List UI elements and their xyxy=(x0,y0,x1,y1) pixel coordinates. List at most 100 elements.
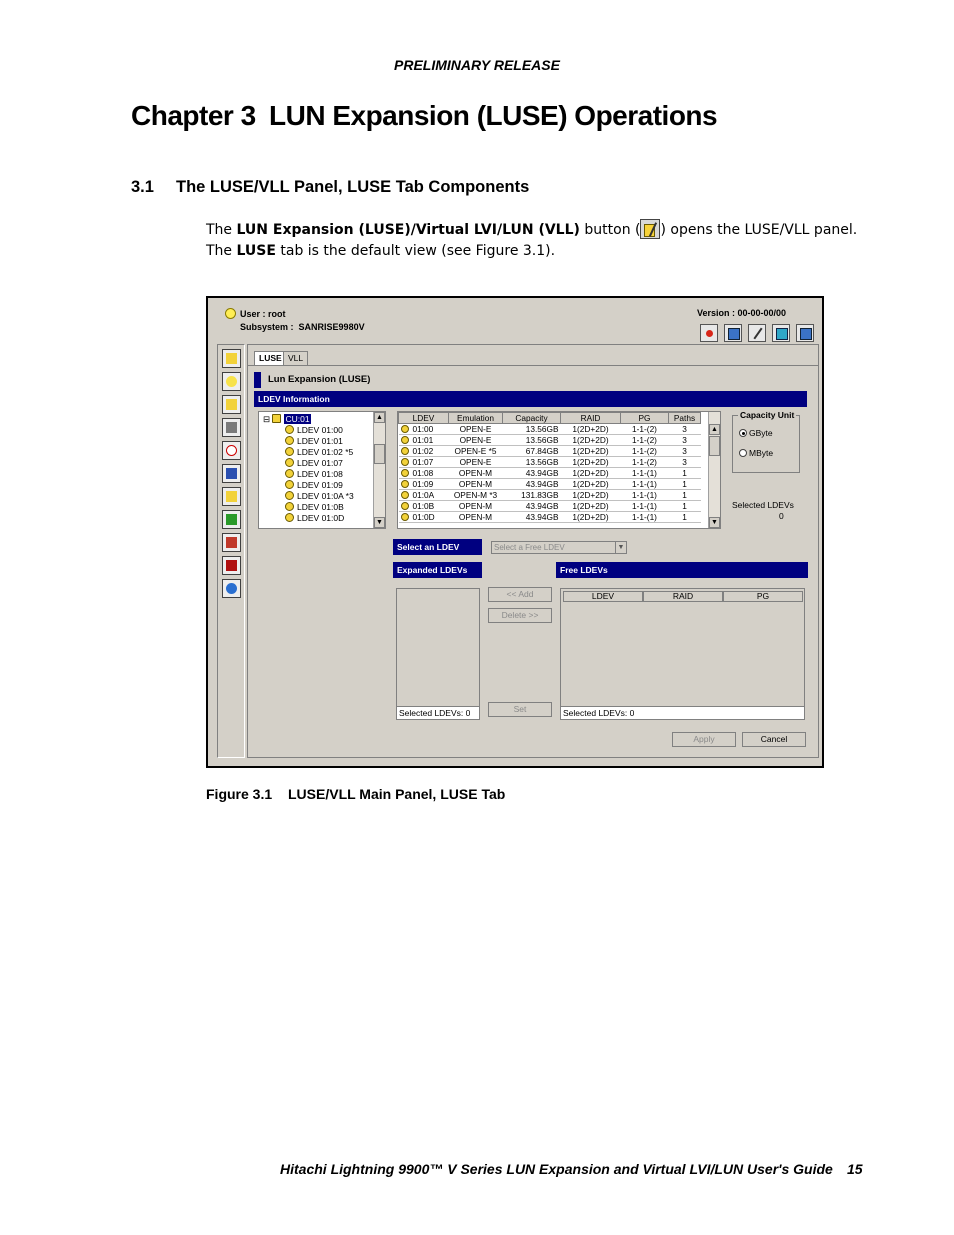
col-pg[interactable]: PG xyxy=(620,412,669,424)
sidebar-gauge-icon[interactable] xyxy=(222,441,241,460)
ldev-icon xyxy=(400,458,409,466)
table-cell-text: 43.94GB xyxy=(525,479,559,489)
table-row[interactable]: 01:0A OPEN-M *3 131.83GB 1(2D+2D) 1-1-(1) 1 xyxy=(398,489,701,501)
sidebar xyxy=(217,344,245,758)
col-capacity[interactable]: Capacity xyxy=(502,412,561,424)
tab-divider xyxy=(248,365,818,366)
table-row[interactable]: 01:02 OPEN-E *5 67.84GB 1(2D+2D) 1-1-(2) 3 xyxy=(398,445,701,457)
tree-root[interactable]: ⊟ CU:01 xyxy=(263,414,311,425)
table-cell-text: 1-1-(1) xyxy=(632,512,657,522)
exit-icon[interactable] xyxy=(796,324,814,342)
sidebar-network-icon[interactable] xyxy=(222,510,241,529)
free-col-ldev[interactable]: LDEV xyxy=(563,591,643,602)
sidebar-folder-icon[interactable] xyxy=(222,349,241,368)
table-cell-text: 43.94GB xyxy=(525,501,559,511)
scroll-thumb[interactable] xyxy=(709,436,720,456)
tree-item[interactable]: LDEV 01:07 xyxy=(285,458,343,469)
col-raid[interactable]: RAID xyxy=(560,412,621,424)
radio-off-icon[interactable] xyxy=(739,449,747,457)
sidebar-server-icon[interactable] xyxy=(222,464,241,483)
tree-item[interactable]: LDEV 01:08 xyxy=(285,469,343,480)
free-ldev-select[interactable]: Select a Free LDEV ▼ xyxy=(491,541,627,554)
apply-button[interactable]: Apply xyxy=(672,732,736,747)
tree-item[interactable]: LDEV 01:09 xyxy=(285,480,343,491)
delete-button[interactable]: Delete >> xyxy=(488,608,552,623)
scroll-thumb[interactable] xyxy=(374,444,385,464)
scroll-down-icon[interactable]: ▼ xyxy=(709,517,720,528)
window-icon[interactable] xyxy=(724,324,742,342)
radio-gbyte[interactable]: GByte xyxy=(739,428,773,438)
chapter-number: Chapter 3 xyxy=(131,100,256,131)
col-emulation[interactable]: Emulation xyxy=(448,412,503,424)
cancel-button[interactable]: Cancel xyxy=(742,732,806,747)
tab-vll[interactable]: VLL xyxy=(283,351,309,365)
table-cell-text: 1-1-(2) xyxy=(632,435,657,445)
table-cell: 1-1-(1) xyxy=(620,467,669,479)
radio-on-icon[interactable] xyxy=(739,429,747,437)
set-button[interactable]: Set xyxy=(488,702,552,717)
tree-item[interactable]: LDEV 01:0D xyxy=(285,513,344,524)
sidebar-red-black-icon[interactable] xyxy=(222,556,241,575)
body-line-2: The LUSE tab is the default view (see Fi… xyxy=(206,241,857,262)
table-row[interactable]: 01:00 OPEN-E 13.56GB 1(2D+2D) 1-1-(2) 3 xyxy=(398,423,701,435)
table-row[interactable]: 01:09 OPEN-M 43.94GB 1(2D+2D) 1-1-(1) 1 xyxy=(398,478,701,490)
table-row[interactable]: 01:08 OPEN-M 43.94GB 1(2D+2D) 1-1-(1) 1 xyxy=(398,467,701,479)
sidebar-disk-icon[interactable] xyxy=(222,418,241,437)
tree-scrollbar[interactable]: ▲ ▼ xyxy=(373,412,385,528)
scroll-up-icon[interactable]: ▲ xyxy=(374,412,385,423)
text-run: The xyxy=(206,243,237,259)
chevron-down-icon[interactable]: ▼ xyxy=(615,542,626,553)
subsystem-line: Subsystem : SANRISE9980V xyxy=(240,322,365,332)
table-cell-text: 67.84GB xyxy=(525,446,559,456)
table-header-row: LDEV Emulation Capacity RAID PG Paths xyxy=(398,412,701,424)
panel-title-text: Lun Expansion (LUSE) xyxy=(268,374,371,385)
sidebar-lun-icon[interactable] xyxy=(222,372,241,391)
table-scrollbar[interactable]: ▲ ▼ xyxy=(708,412,720,528)
luse-tab-name-bold: LUSE xyxy=(236,243,276,259)
edit-icon[interactable] xyxy=(748,324,766,342)
table-cell: OPEN-M xyxy=(448,467,503,479)
free-col-pg[interactable]: PG xyxy=(723,591,803,602)
table-cell: 1 xyxy=(668,467,701,479)
free-ldevs-list[interactable]: LDEV RAID PG Selected LDEVs: 0 xyxy=(560,588,805,720)
refresh-icon[interactable] xyxy=(772,324,790,342)
status-icon[interactable] xyxy=(700,324,718,342)
radio-mbyte[interactable]: MByte xyxy=(739,448,773,458)
tree-item[interactable]: LDEV 01:0A *3 xyxy=(285,491,354,502)
add-button[interactable]: << Add xyxy=(488,587,552,602)
table-cell: 1 xyxy=(668,500,701,512)
table-cell: OPEN-E xyxy=(448,456,503,468)
table-cell-text: 3 xyxy=(682,446,687,456)
table-row[interactable]: 01:0D OPEN-M 43.94GB 1(2D+2D) 1-1-(1) 1 xyxy=(398,511,701,523)
table-row[interactable]: 01:07 OPEN-E 13.56GB 1(2D+2D) 1-1-(2) 3 xyxy=(398,456,701,468)
sidebar-luse-icon[interactable] xyxy=(222,395,241,414)
scroll-down-icon[interactable]: ▼ xyxy=(374,517,385,528)
tree-item[interactable]: LDEV 01:00 xyxy=(285,425,343,436)
tree-item-label: LDEV 01:00 xyxy=(297,425,343,435)
sidebar-globe-icon[interactable] xyxy=(222,579,241,598)
sidebar-doc-icon[interactable] xyxy=(222,487,241,506)
sidebar-backup-icon[interactable] xyxy=(222,533,241,552)
col-paths[interactable]: Paths xyxy=(668,412,701,424)
ldev-tree[interactable]: ⊟ CU:01 LDEV 01:00 LDEV 01:01 LDEV 01:02… xyxy=(258,411,386,529)
section-number: 3.1 xyxy=(131,178,154,196)
table-cell: 3 xyxy=(668,434,701,446)
expanded-ldevs-list[interactable]: Selected LDEVs: 0 xyxy=(396,588,480,720)
col-ldev[interactable]: LDEV xyxy=(398,412,449,424)
table-cell: 1-1-(1) xyxy=(620,500,669,512)
ldev-icon xyxy=(400,491,409,499)
tree-item[interactable]: LDEV 01:02 *5 xyxy=(285,447,353,458)
tree-item[interactable]: LDEV 01:0B xyxy=(285,502,344,513)
table-cell: 1(2D+2D) xyxy=(560,434,621,446)
table-cell: 3 xyxy=(668,456,701,468)
table-row[interactable]: 01:01 OPEN-E 13.56GB 1(2D+2D) 1-1-(2) 3 xyxy=(398,434,701,446)
tree-item-label: LDEV 01:08 xyxy=(297,469,343,479)
table-row[interactable]: 01:0B OPEN-M 43.94GB 1(2D+2D) 1-1-(1) 1 xyxy=(398,500,701,512)
selected-ldevs-value: 0 xyxy=(779,511,784,521)
free-col-raid[interactable]: RAID xyxy=(643,591,723,602)
free-ldevs-bar: Free LDEVs xyxy=(556,562,808,578)
scroll-up-icon[interactable]: ▲ xyxy=(709,424,720,435)
tree-item[interactable]: LDEV 01:01 xyxy=(285,436,343,447)
tab-luse[interactable]: LUSE xyxy=(254,351,287,365)
table-cell: 43.94GB xyxy=(502,511,561,523)
